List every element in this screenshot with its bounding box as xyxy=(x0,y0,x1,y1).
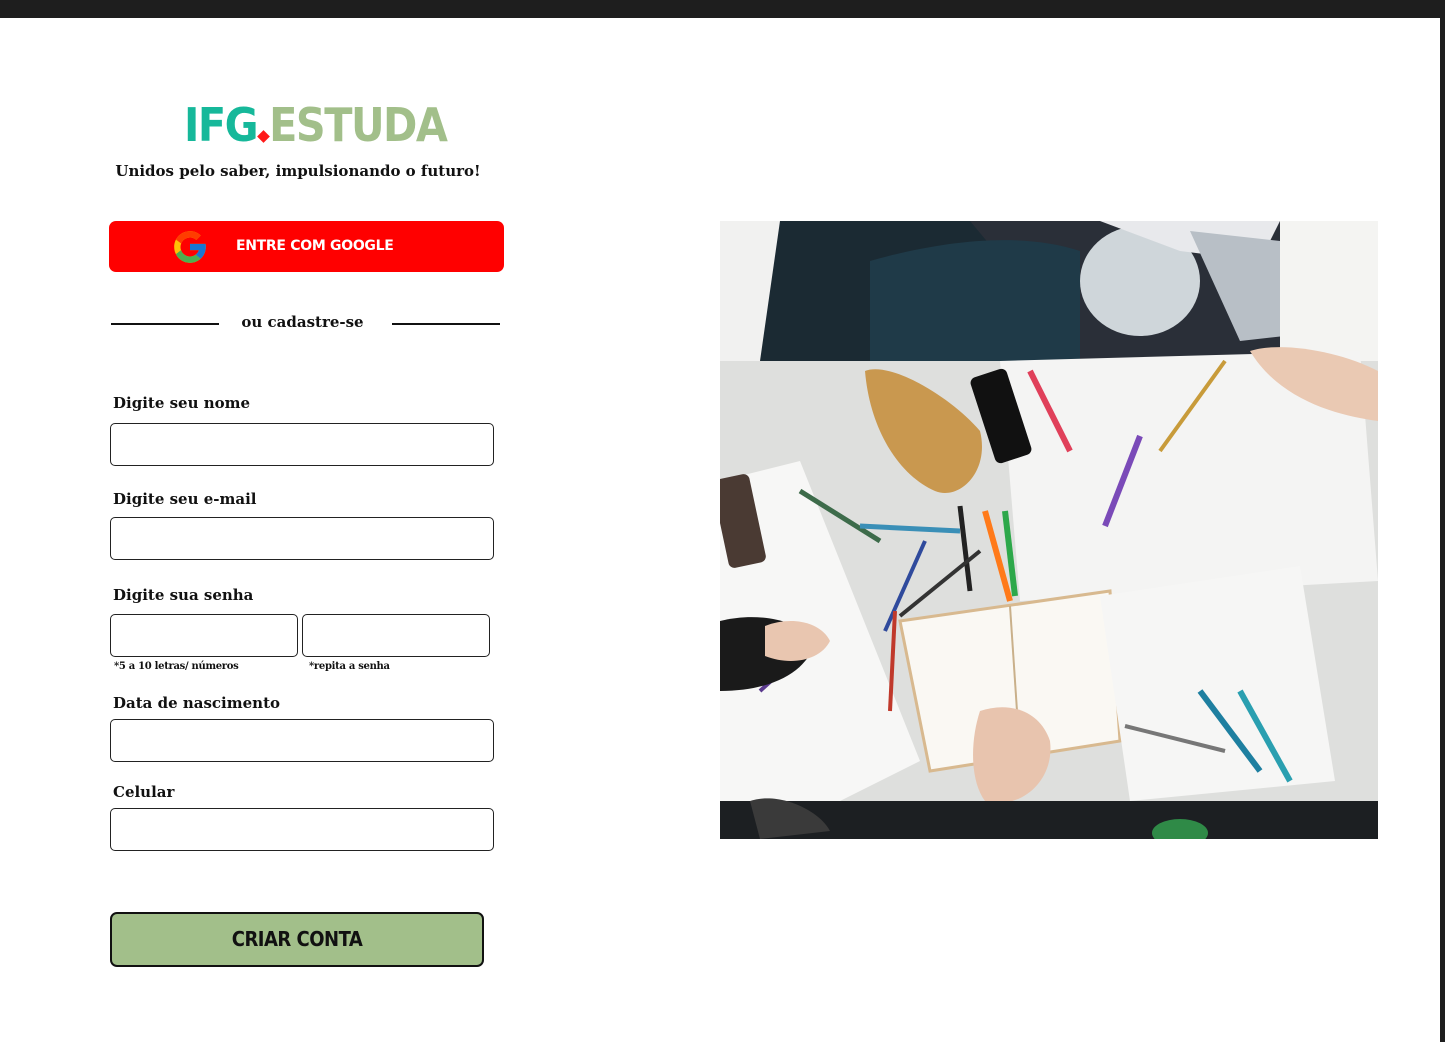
password-repeat-input[interactable] xyxy=(302,614,490,657)
password-input[interactable] xyxy=(110,614,298,657)
brand-logo-part1: IFG xyxy=(184,98,259,152)
brand-logo: IFG ESTUDA xyxy=(184,98,448,152)
password-hint: *5 a 10 letras/ números xyxy=(114,661,239,672)
birth-date-label: Data de nascimento xyxy=(113,694,281,712)
password-label: Digite sua senha xyxy=(113,586,254,604)
photo-illustration xyxy=(720,221,1378,839)
name-label: Digite seu nome xyxy=(113,394,251,412)
brand-logo-part2: ESTUDA xyxy=(269,98,448,152)
divider-line-left xyxy=(111,323,219,325)
google-signin-label: ENTRE COM GOOGLE xyxy=(236,238,394,254)
google-icon xyxy=(174,231,206,263)
name-input[interactable] xyxy=(110,423,494,466)
phone-input[interactable] xyxy=(110,808,494,851)
birth-date-input[interactable] xyxy=(110,719,494,762)
students-studying-photo xyxy=(720,221,1378,839)
window-scrollbar-edge xyxy=(1440,18,1445,1042)
window-top-bar xyxy=(0,0,1445,18)
phone-label: Celular xyxy=(113,783,175,801)
tagline: Unidos pelo saber, impulsionando o futur… xyxy=(115,162,481,180)
email-label: Digite seu e-mail xyxy=(113,490,257,508)
email-input[interactable] xyxy=(110,517,494,560)
password-repeat-hint: *repita a senha xyxy=(309,661,390,672)
create-account-button[interactable]: CRIAR CONTA xyxy=(110,912,484,967)
divider-text: ou cadastre-se xyxy=(241,313,364,331)
google-signin-button[interactable]: ENTRE COM GOOGLE xyxy=(109,221,504,272)
divider-line-right xyxy=(392,323,500,325)
